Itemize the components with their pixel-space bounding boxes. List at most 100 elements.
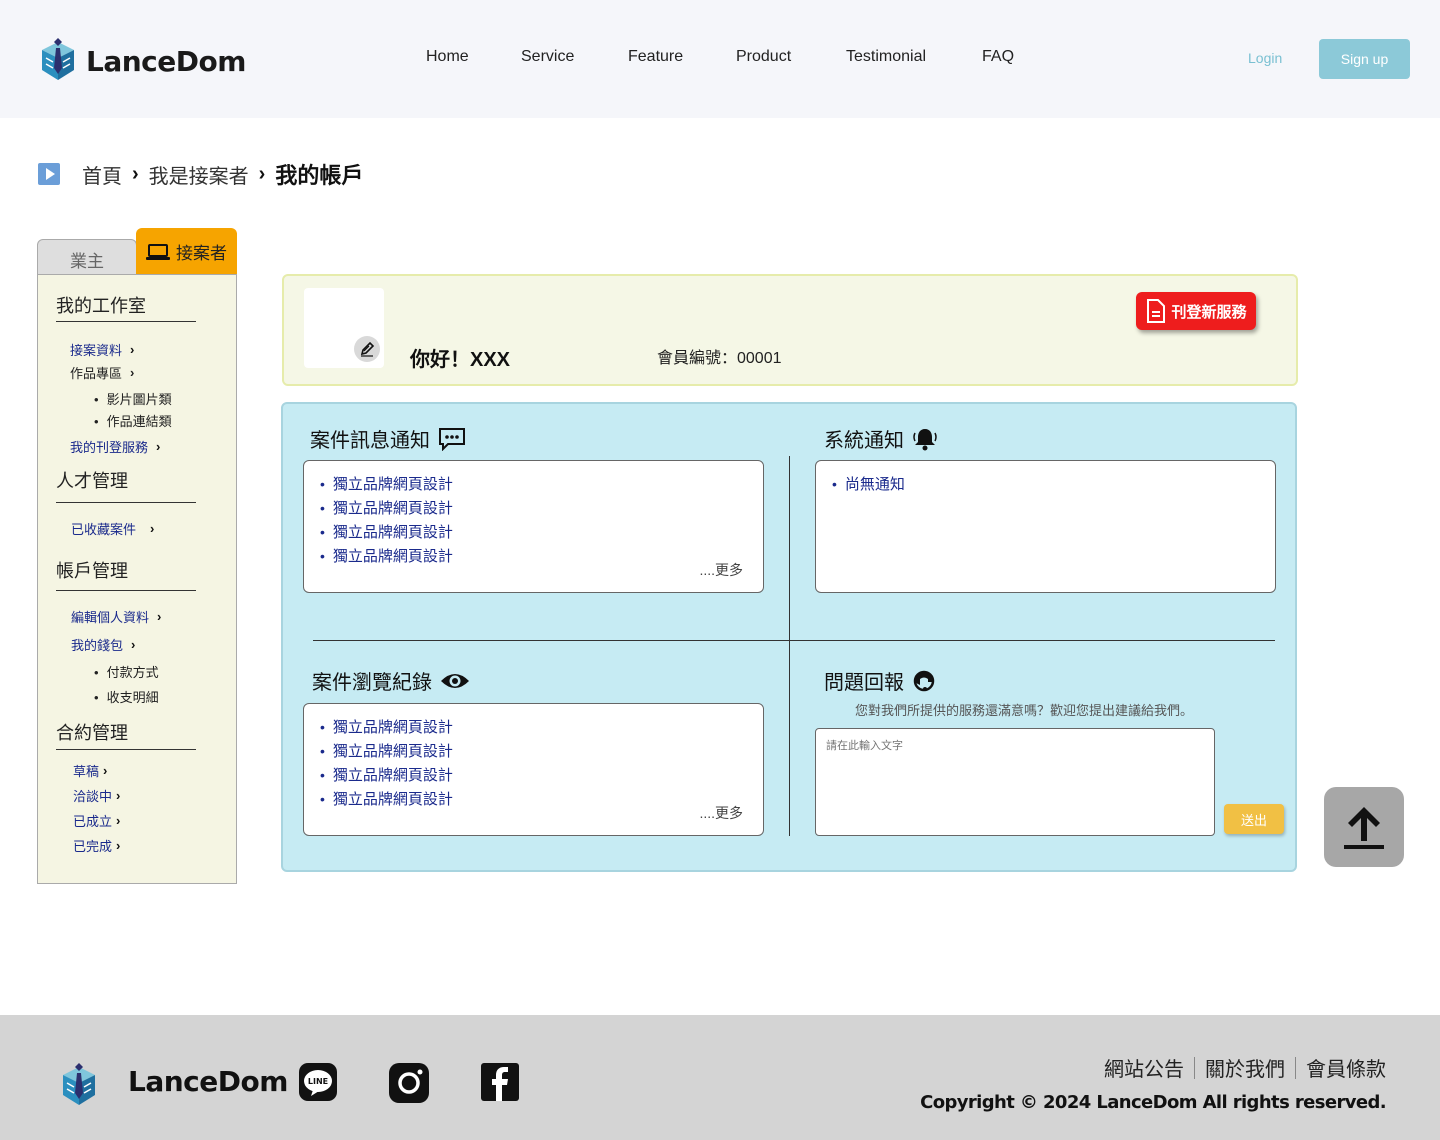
signup-button[interactable]: Sign up (1319, 39, 1410, 79)
divider (1295, 1056, 1296, 1079)
feedback-input[interactable] (815, 728, 1215, 836)
document-icon (1147, 299, 1166, 323)
login-link[interactable]: Login (1248, 50, 1282, 66)
list-item[interactable]: 獨立品牌網頁設計 (320, 473, 763, 497)
sidebar-item-label: 作品專區 (70, 366, 123, 381)
section-account-title: 帳戶管理 (56, 561, 128, 581)
chevron-right-icon: › (130, 365, 135, 380)
divider (56, 749, 196, 750)
chevron-right-icon: › (116, 788, 121, 803)
nav-service[interactable]: Service (521, 48, 574, 66)
sidebar-item-established[interactable]: 已成立 › (73, 811, 120, 830)
lancedom-logo-icon (42, 38, 74, 80)
instagram-icon[interactable] (389, 1063, 429, 1103)
nav-product[interactable]: Product (736, 48, 791, 66)
svg-text:LINE: LINE (308, 1077, 328, 1086)
copyright: Copyright © 2024 LanceDom All rights res… (920, 1092, 1387, 1113)
section-workspace-title: 我的工作室 (56, 296, 146, 316)
section-contract-title: 合約管理 (56, 723, 128, 743)
breadcrumb-home[interactable]: 首頁 (82, 160, 122, 189)
feedback-title-text: 問題回報 (824, 672, 904, 694)
sidebar: 我的工作室 接案資料 › 作品專區 › 影片圖片類 作品連結類 我的刊登服務 › 人才… (37, 274, 237, 884)
sidebar-item-negotiating[interactable]: 洽談中 › (73, 786, 120, 805)
list-item[interactable]: 尚無通知 (832, 473, 1275, 497)
post-new-service-button[interactable]: 刊登新服務 (1136, 292, 1256, 330)
case-messages-title: 案件訊息通知 (310, 424, 466, 453)
system-notice-title: 系統通知 (824, 424, 938, 453)
tab-freelancer[interactable]: 接案者 (136, 228, 237, 275)
divider (56, 590, 196, 591)
greeting: 你好！XXX (410, 349, 511, 371)
member-number: 會員編號：00001 (657, 350, 782, 367)
back-to-top-button[interactable] (1324, 787, 1404, 867)
nav-testimonial[interactable]: Testimonial (846, 48, 926, 66)
divider (313, 640, 1275, 641)
sidebar-item-label: 編輯個人資料 (71, 610, 150, 625)
sidebar-item-portfolio[interactable]: 作品專區 › (70, 363, 134, 382)
divider (789, 456, 790, 836)
list-item[interactable]: 獨立品牌網頁設計 (320, 788, 763, 812)
nav-home[interactable]: Home (426, 48, 469, 66)
sidebar-item-completed[interactable]: 已完成 › (73, 836, 120, 855)
sidebar-subitem-media[interactable]: 影片圖片類 (94, 389, 172, 408)
sidebar-item-wallet[interactable]: 我的錢包 › (71, 635, 135, 654)
bell-icon (913, 428, 937, 450)
line-icon[interactable]: LINE (299, 1063, 337, 1101)
site-header: LanceDom Home Service Feature Product Te… (0, 0, 1440, 118)
support-agent-icon (913, 670, 935, 691)
list-item[interactable]: 獨立品牌網頁設計 (320, 740, 763, 764)
list-item[interactable]: 獨立品牌網頁設計 (320, 764, 763, 788)
sidebar-item-label: 已成立 (73, 814, 113, 829)
more-link[interactable]: ....更多 (699, 560, 743, 580)
tab-employer[interactable]: 業主 (37, 239, 137, 275)
pencil-icon (360, 341, 375, 357)
sidebar-subitem-payment[interactable]: 付款方式 (94, 662, 159, 681)
list-item[interactable]: 獨立品牌網頁設計 (320, 497, 763, 521)
nav-feature[interactable]: Feature (628, 48, 683, 66)
sidebar-item-my-services[interactable]: 我的刊登服務 › (70, 437, 160, 456)
breadcrumb-current: 我的帳戶 (275, 163, 364, 188)
chevron-right-icon: › (130, 342, 135, 357)
list-item[interactable]: 獨立品牌網頁設計 (320, 716, 763, 740)
list-item[interactable]: 獨立品牌網頁設計 (320, 521, 763, 545)
footer-link-terms[interactable]: 會員條款 (1306, 1053, 1386, 1082)
section-talent-title: 人才管理 (56, 471, 128, 491)
brand-logo[interactable]: LanceDom (36, 38, 246, 84)
feedback-tip: 您對我們所提供的服務還滿意嗎？歡迎您提出建議給我們。 (855, 703, 1194, 718)
dashboard-panel: 案件訊息通知 獨立品牌網頁設計 獨立品牌網頁設計 獨立品牌網頁設計 獨立品牌網頁… (281, 402, 1297, 872)
list-item[interactable]: 獨立品牌網頁設計 (320, 545, 763, 569)
avatar[interactable] (304, 288, 384, 368)
chevron-right-icon: › (258, 162, 266, 185)
sidebar-item-label: 我的錢包 (71, 638, 124, 653)
breadcrumb-freelancer[interactable]: 我是接案者 (149, 160, 249, 189)
edit-avatar-button[interactable] (354, 336, 380, 362)
nav-faq[interactable]: FAQ (982, 48, 1014, 66)
send-button[interactable]: 送出 (1224, 804, 1284, 834)
sidebar-subitem-links[interactable]: 作品連結類 (94, 411, 172, 430)
more-link[interactable]: ....更多 (699, 803, 743, 823)
sidebar-item-label: 已完成 (73, 839, 113, 854)
browse-history-title-text: 案件瀏覽紀錄 (312, 672, 432, 694)
sidebar-item-case-info[interactable]: 接案資料 › (70, 340, 134, 359)
sidebar-item-label: 已收藏案件 (71, 522, 137, 537)
browse-history-title: 案件瀏覽紀錄 (312, 666, 470, 695)
chevron-right-icon: › (103, 763, 108, 778)
sidebar-item-edit-profile[interactable]: 編輯個人資料 › (71, 607, 161, 626)
chevron-right-icon: › (131, 637, 136, 652)
facebook-icon[interactable] (481, 1063, 519, 1101)
sidebar-item-label: 接案資料 (70, 343, 123, 358)
chevron-right-icon: › (132, 162, 139, 185)
chevron-right-icon: › (157, 609, 162, 624)
sidebar-item-saved-cases[interactable]: 已收藏案件 › (71, 519, 154, 538)
case-messages-title-text: 案件訊息通知 (310, 430, 430, 452)
browse-history-list: 獨立品牌網頁設計 獨立品牌網頁設計 獨立品牌網頁設計 獨立品牌網頁設計 ....… (303, 703, 764, 836)
footer-link-announcements[interactable]: 網站公告 (1104, 1053, 1184, 1082)
footer-links: 網站公告 關於我們 會員條款 (1104, 1053, 1386, 1082)
sidebar-subitem-transactions[interactable]: 收支明細 (94, 687, 159, 706)
case-messages-list: 獨立品牌網頁設計 獨立品牌網頁設計 獨立品牌網頁設計 獨立品牌網頁設計 ....… (303, 460, 764, 593)
sidebar-item-label: 草稿 (73, 764, 100, 779)
sidebar-item-draft[interactable]: 草稿 › (73, 761, 107, 780)
footer-link-about[interactable]: 關於我們 (1205, 1053, 1285, 1082)
footer-brand-name: LanceDom (128, 1065, 288, 1098)
post-new-service-label: 刊登新服務 (1171, 303, 1247, 321)
